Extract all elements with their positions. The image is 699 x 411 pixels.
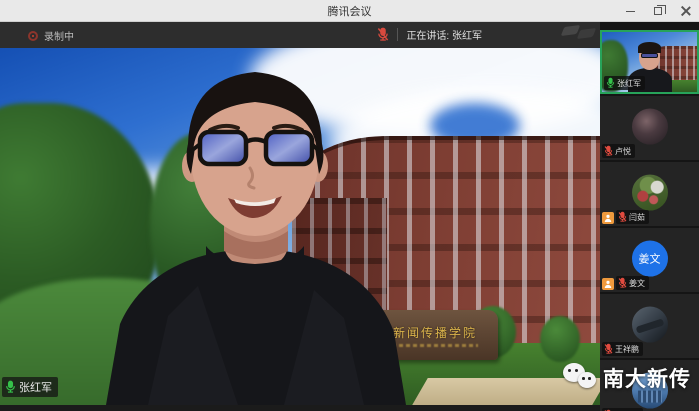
main-video[interactable]: 新闻传播学院 [0,48,600,405]
participant-tile-zhanghongjun[interactable]: 张红军 [600,30,699,94]
window-title: 腾讯会议 [328,3,372,19]
speaker-person [88,56,424,405]
tree [540,316,580,362]
watermark-text: 南大新传 [603,363,691,393]
mic-on-icon [606,77,615,89]
close-button[interactable] [679,4,693,18]
avatar-initials: 姜文 [639,251,661,267]
avatar [632,307,668,343]
participant-name: 姜文 [629,278,645,289]
mic-muted-icon [618,211,627,223]
recording-indicator: 录制中 [28,28,74,43]
recording-label: 录制中 [44,28,74,43]
mic-muted-icon [604,343,613,355]
channel-watermark: 南大新传 [563,363,691,393]
avatar: 姜文 [632,241,668,277]
speaking-label: 正在讲话: 张红军 [406,27,482,42]
speaking-indicator: 正在讲话: 张红军 [377,27,482,42]
decorative-shapes [563,26,599,42]
participant-tile-luyue[interactable]: 卢悦 [600,96,699,160]
wechat-icon [563,363,597,393]
minimize-icon [626,11,635,12]
meeting-window: 腾讯会议 录制中 正在讲话: 张红军 [0,0,699,411]
participant-tile-yanru[interactable]: 闫茹 [600,162,699,226]
recording-icon [28,31,38,41]
participant-tile-jiangwen[interactable]: 姜文 姜文 [600,228,699,292]
title-bar[interactable]: 腾讯会议 [0,0,699,22]
divider [397,28,398,41]
mic-muted-icon [377,27,389,42]
minimize-button[interactable] [623,4,637,18]
participants-sidebar: 张红军 卢悦 闫茹 [600,22,699,411]
avatar [632,109,668,145]
hand-raised-icon [602,278,614,290]
participant-name-chip: 闫茹 [616,210,649,224]
avatar [632,175,668,211]
close-icon [681,6,691,16]
restore-button[interactable] [651,4,665,18]
hand-raised-icon [602,212,614,224]
participant-name-chip: 王祥鹏 [602,342,643,356]
mic-on-icon [5,380,16,394]
participant-name: 闫茹 [629,212,645,223]
participant-name: 卢悦 [615,146,631,157]
participant-name-chip: 卢悦 [602,144,635,158]
speaker-name: 张红军 [19,379,52,395]
restore-icon [654,7,662,15]
participant-name: 张红军 [617,78,641,89]
participant-tile-wangxiangpeng[interactable]: 王祥鹏 [600,294,699,358]
status-bar: 录制中 正在讲话: 张红军 [0,22,600,48]
participant-name-chip: 姜文 [616,276,649,290]
participant-name-chip: 张红军 [604,76,645,90]
participant-name: 王祥鹏 [615,344,639,355]
mic-muted-icon [604,145,613,157]
speaker-name-chip: 张红军 [2,377,58,397]
mic-muted-icon [618,277,627,289]
